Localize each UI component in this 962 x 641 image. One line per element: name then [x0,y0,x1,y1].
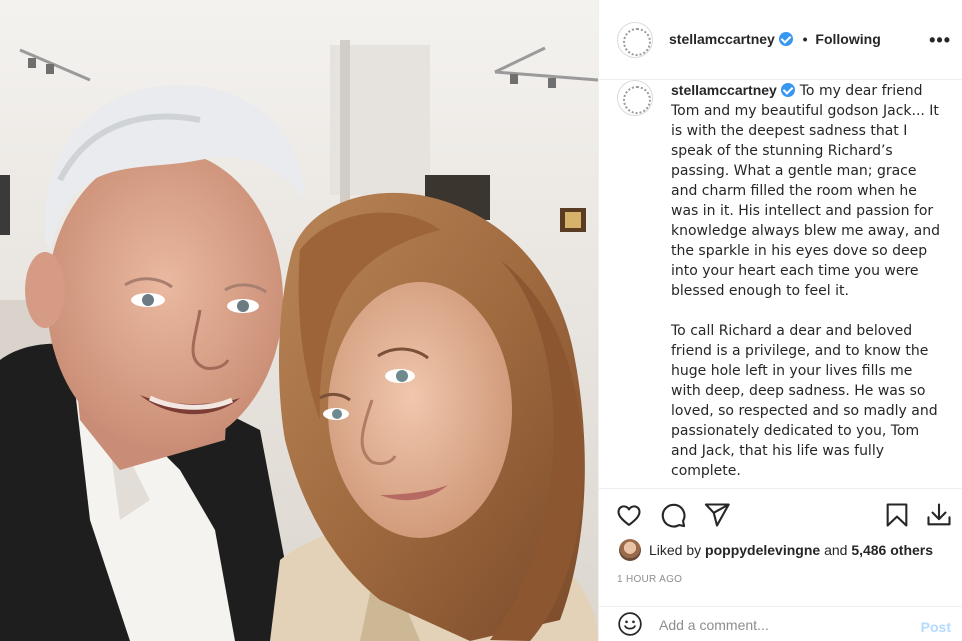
caption-section: stellamccartney To my dear friend Tom an… [599,80,962,488]
download-icon[interactable] [925,501,953,529]
likes-count-link[interactable]: 5,486 others [851,542,933,558]
caption-paragraph-1: To my dear friend Tom and my beautiful g… [671,83,940,299]
caption-paragraph-2: To call Richard a dear and beloved frien… [671,323,938,479]
selfie-image [0,0,598,641]
avatar[interactable] [617,22,653,58]
post-comment-button[interactable]: Post [921,619,951,635]
post-header: stellamccartney • Following ••• [599,0,962,80]
post-actions: Liked by poppydelevingne and 5,486 other… [599,488,962,641]
emoji-icon[interactable] [617,611,643,637]
post-side-panel: stellamccartney • Following ••• stellamc… [598,0,962,641]
separator-dot: • [802,31,808,47]
following-button[interactable]: Following [815,31,880,47]
caption-avatar[interactable] [617,80,653,116]
likes-summary: Liked by poppydelevingne and 5,486 other… [619,539,933,561]
likes-prefix: Liked by [649,542,702,558]
heart-icon[interactable] [615,501,643,529]
post-timestamp[interactable]: 1 HOUR AGO [617,574,682,585]
liker-avatar[interactable] [619,539,641,561]
verified-badge-icon [781,83,796,97]
likes-middle: and [824,542,848,558]
caption-username-link[interactable]: stellamccartney [671,82,777,98]
more-options-icon[interactable]: ••• [929,30,951,51]
paper-plane-icon[interactable] [703,501,731,529]
verified-badge-icon [778,32,793,46]
bookmark-icon[interactable] [883,501,911,529]
comment-input[interactable] [659,617,909,633]
post-author: stellamccartney • Following [669,31,881,47]
username-link[interactable]: stellamccartney [669,31,775,47]
post-photo[interactable] [0,0,598,641]
comment-icon[interactable] [659,501,687,529]
comment-bar: Post [599,606,962,641]
liker-username-link[interactable]: poppydelevingne [705,542,820,558]
caption-text: stellamccartney To my dear friend Tom an… [671,80,943,488]
